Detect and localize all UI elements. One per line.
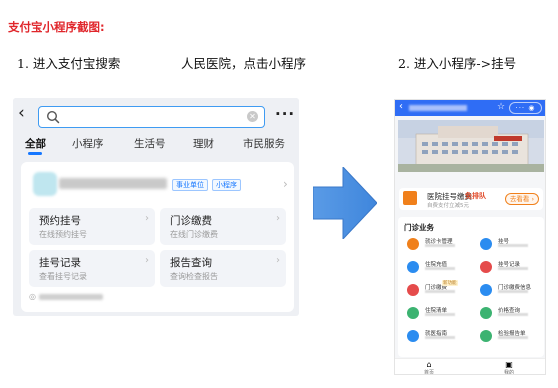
tab-label: 我的 [503, 370, 514, 375]
service-icon [480, 261, 492, 273]
tab-life-account[interactable]: 生活号 [134, 136, 166, 151]
home-icon: ⌂ [426, 360, 432, 369]
service-item[interactable]: 价格查询 [471, 306, 541, 322]
star-icon[interactable]: ☆ [497, 102, 505, 112]
service-item[interactable]: 挂号记录 [471, 260, 541, 276]
hospital-logo [33, 172, 57, 196]
registration-promo-card[interactable]: 医院挂号缴费 免排队 自费支付立减5元 去看看 › [399, 188, 543, 210]
tab-all[interactable]: 全部 [25, 136, 46, 151]
service-subtitle: 查看挂号记录 [39, 272, 87, 281]
search-icon [46, 110, 60, 124]
service-icon [480, 284, 492, 296]
page-heading: 支付宝小程序截图: [8, 20, 105, 34]
service-report-query[interactable]: 报告查询 查询检查报告 › [160, 250, 286, 287]
tab-finance[interactable]: 理财 [193, 136, 214, 151]
service-icon [407, 330, 419, 342]
step1-label: 1. 进入支付宝搜索 [17, 56, 121, 71]
service-appointment[interactable]: 预约挂号 在线预约挂号 › [29, 208, 155, 245]
chevron-right-icon: › [276, 255, 280, 266]
hospital-banner-image [398, 120, 544, 172]
blurred-service-subtitle [498, 336, 528, 339]
blurred-service-subtitle [425, 290, 455, 293]
service-item[interactable]: 门诊缴费 新功能 [398, 280, 468, 299]
service-item[interactable]: 门诊缴费信息 [471, 283, 541, 299]
tag-institution: 事业单位 [172, 179, 208, 191]
back-icon[interactable]: ‹ [18, 104, 25, 122]
blurred-service-subtitle [425, 267, 455, 270]
search-result-card[interactable]: 事业单位 小程序 › 预约挂号 在线预约挂号 › 门诊缴费 在线门诊缴费 › 挂… [21, 162, 294, 312]
arrow-right-icon [313, 167, 377, 239]
promo-badge: 免排队 [465, 192, 486, 200]
tab-mini-program[interactable]: 小程序 [72, 136, 104, 151]
active-tab-indicator [28, 152, 42, 155]
chevron-right-icon: › [145, 255, 149, 266]
search-input[interactable]: ✕ [38, 106, 265, 128]
tab-home[interactable]: ⌂ 首页 [419, 360, 439, 375]
info-icon: ◎ [29, 292, 36, 301]
more-icon[interactable]: ··· [275, 105, 295, 123]
service-item[interactable]: 住院充值 [398, 260, 468, 276]
tag-mini-program: 小程序 [212, 179, 241, 191]
service-icon [407, 238, 419, 250]
back-icon[interactable]: ‹ [399, 101, 403, 112]
blurred-service-subtitle [498, 313, 528, 316]
service-title: 报告查询 [170, 257, 212, 269]
blurred-service-subtitle [425, 244, 455, 247]
blurred-service-subtitle [425, 336, 455, 339]
step1-detail-label: 人民医院，点击小程序 [181, 56, 307, 71]
blurred-app-name [59, 178, 167, 189]
tab-citizen-services[interactable]: 市民服务 [243, 136, 285, 151]
capsule-menu[interactable]: ··· ◉ [509, 102, 542, 114]
service-icon [407, 261, 419, 273]
service-item[interactable]: 就诊卡管理 [398, 237, 468, 253]
service-title: 挂号记录 [39, 257, 81, 269]
blurred-title [409, 105, 467, 111]
service-icon [480, 330, 492, 342]
service-subtitle: 在线预约挂号 [39, 230, 87, 239]
mini-program-header: ‹ ☆ ··· ◉ [395, 100, 545, 116]
search-header: ‹ ✕ ··· [13, 98, 299, 130]
tab-mine[interactable]: ▣ 我的 [499, 360, 519, 375]
blurred-service-subtitle [425, 313, 455, 316]
service-subtitle: 查询检查报告 [170, 272, 218, 281]
outpatient-services-panel: 门诊业务 就诊卡管理 挂号 住院充值 挂号记录 门诊缴费 新功能 门诊缴费信息 住院清单 价格查… [398, 217, 544, 357]
service-title: 预约挂号 [39, 215, 81, 227]
blurred-service-subtitle [498, 244, 528, 247]
service-subtitle: 在线门诊缴费 [170, 230, 218, 239]
promo-icon [403, 191, 417, 205]
section-title: 门诊业务 [404, 223, 434, 232]
blurred-service-subtitle [498, 267, 528, 270]
chevron-right-icon: › [276, 213, 280, 224]
service-icon [480, 307, 492, 319]
blurred-service-subtitle [498, 290, 528, 293]
user-icon: ▣ [505, 360, 513, 369]
service-title: 门诊缴费 [170, 215, 212, 227]
promo-subtitle: 自费支付立减5元 [427, 203, 469, 209]
alipay-search-screenshot: ‹ ✕ ··· 全部 小程序 生活号 理财 市民服务 事业单位 小程序 › 预约… [13, 98, 299, 316]
tab-label: 首页 [423, 370, 434, 375]
service-item[interactable]: 住院清单 [398, 306, 468, 322]
service-icon [407, 307, 419, 319]
service-icon [407, 284, 419, 296]
chevron-right-icon: › [145, 213, 149, 224]
chevron-right-icon: › [283, 177, 288, 191]
step2-label: 2. 进入小程序->挂号 [398, 56, 517, 71]
clear-icon[interactable]: ✕ [247, 111, 258, 122]
service-item[interactable]: 挂号 [471, 237, 541, 253]
promo-button[interactable]: 去看看 › [505, 193, 539, 205]
service-icon [480, 238, 492, 250]
blurred-footer-text [39, 294, 103, 300]
bottom-tabbar: ⌂ 首页 ▣ 我的 [395, 358, 545, 375]
mini-program-screenshot: ‹ ☆ ··· ◉ 医院挂号缴费 免排队 自费支付立减5元 去看看 › 门诊业务 [394, 99, 546, 375]
service-item[interactable]: 就医指南 [398, 329, 468, 345]
new-badge: 新功能 [442, 280, 458, 286]
search-tabs: 全部 小程序 生活号 理财 市民服务 [13, 132, 299, 156]
service-item[interactable]: 检验报告单 [471, 329, 541, 345]
service-registration-records[interactable]: 挂号记录 查看挂号记录 › [29, 250, 155, 287]
service-outpatient-payment[interactable]: 门诊缴费 在线门诊缴费 › [160, 208, 286, 245]
